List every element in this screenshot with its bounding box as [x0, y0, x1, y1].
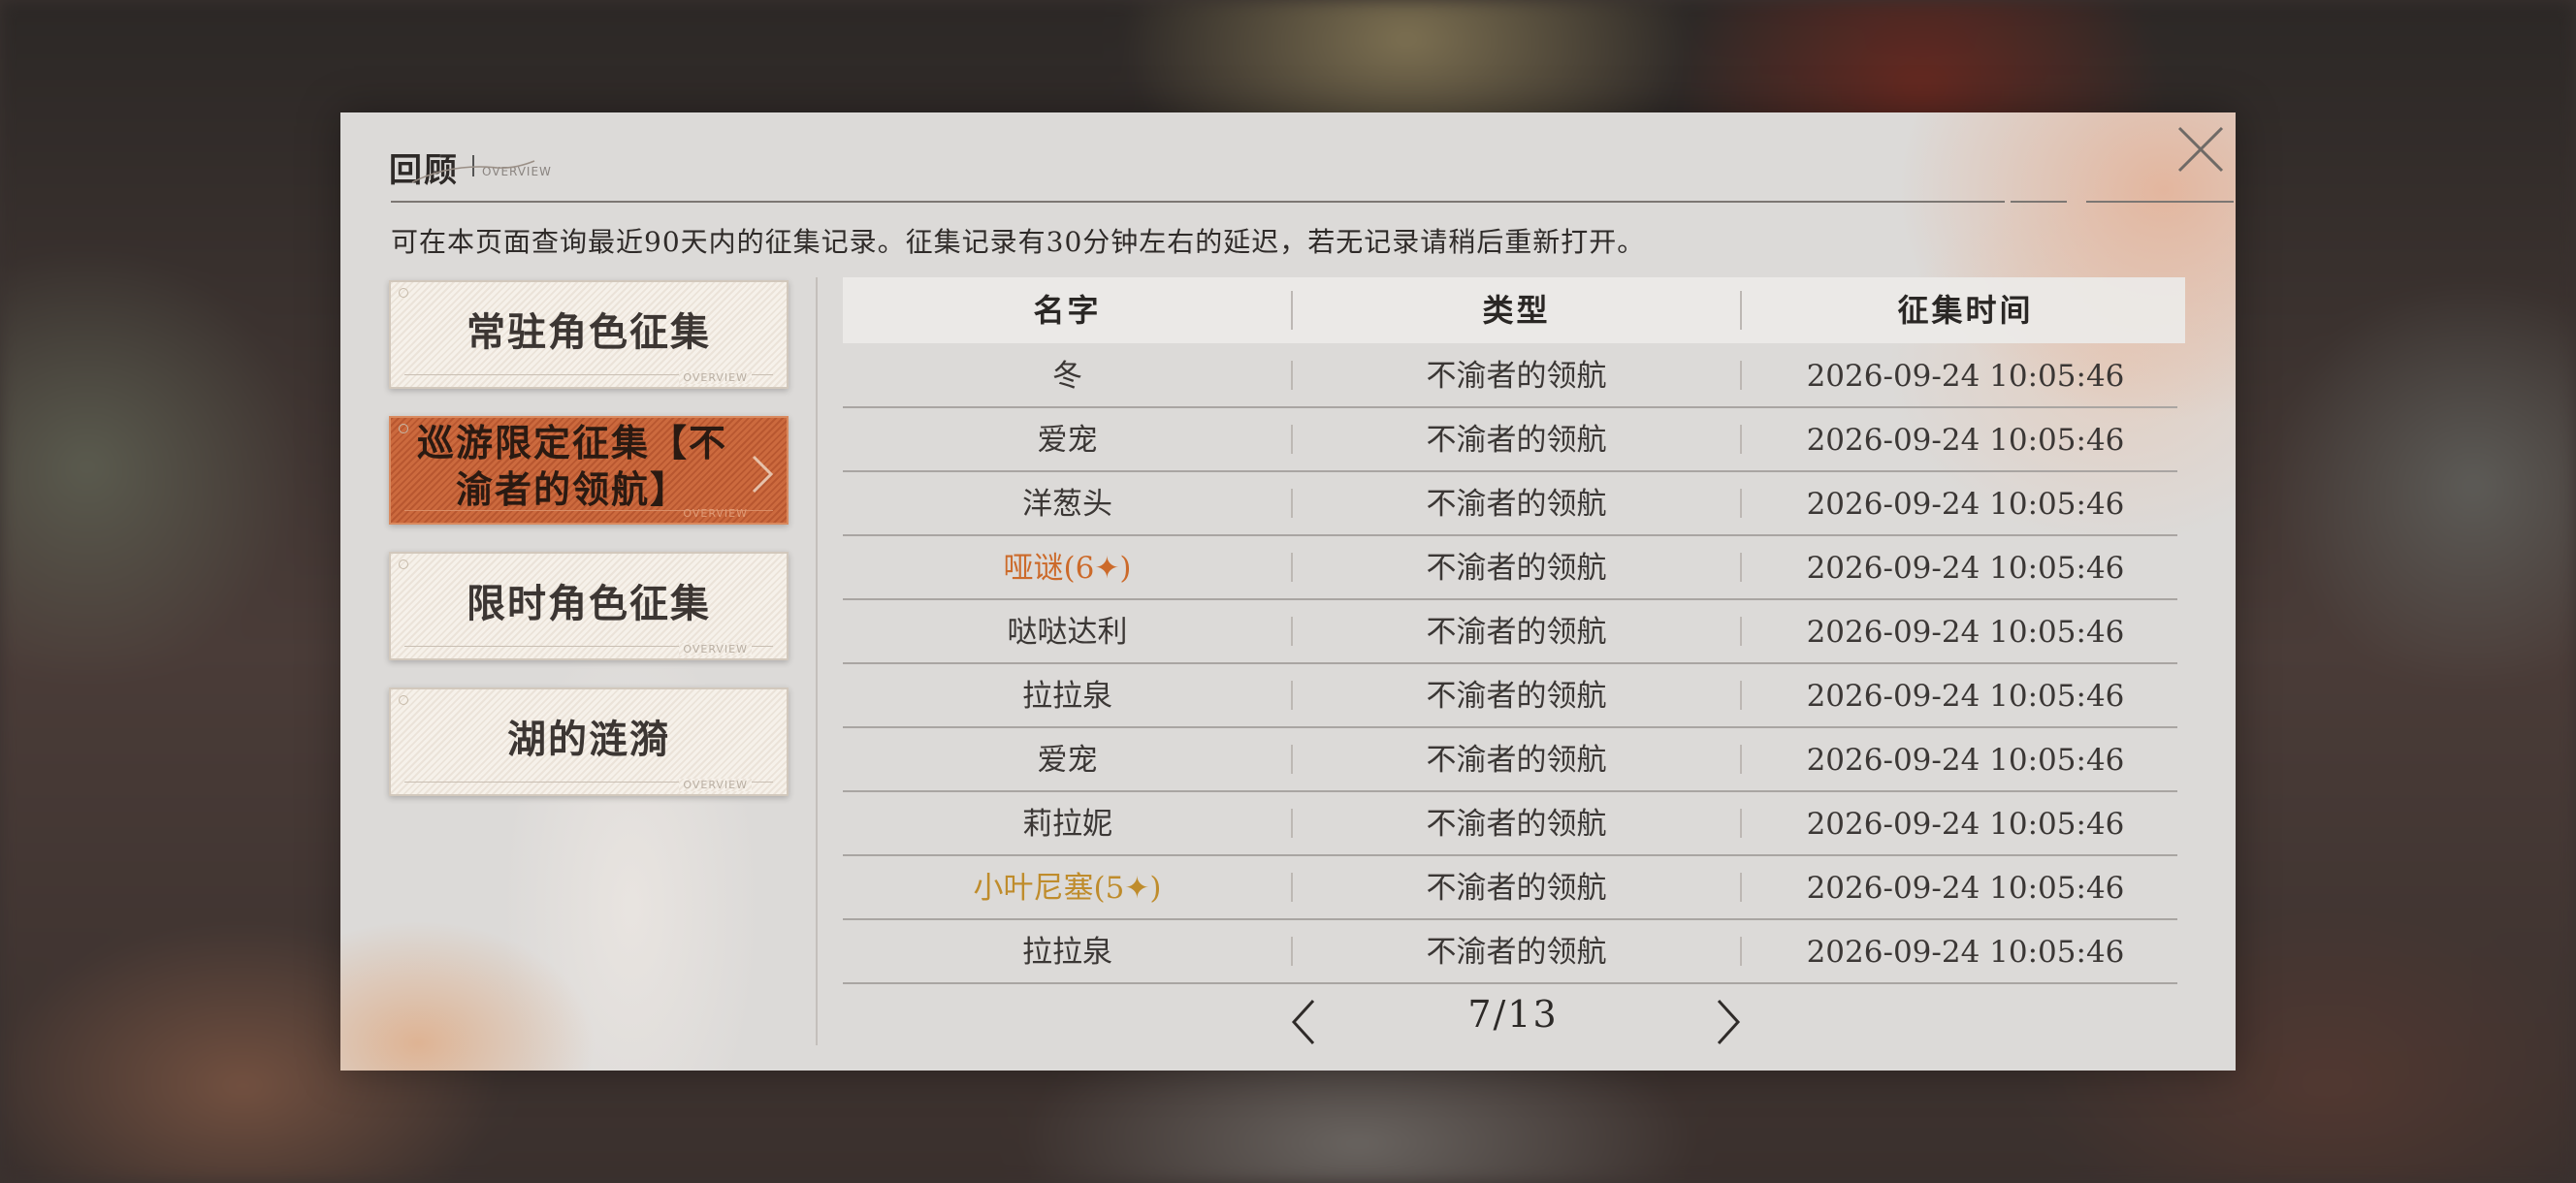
cell-name: 哒哒达利	[1007, 615, 1128, 650]
cell-name: 莉拉妮	[1022, 807, 1112, 842]
cell-name: 拉拉泉	[1022, 679, 1112, 714]
table-row: 哑谜(6✦) 不渝者的领航 2026-09-24 10:05:46	[843, 535, 2177, 600]
chevron-right-icon	[1717, 999, 1741, 1045]
cell-time: 2026-09-24 10:05:46	[1806, 359, 2125, 394]
cell-type: 不渝者的领航	[1426, 487, 1607, 522]
cell-time: 2026-09-24 10:05:46	[1806, 487, 2125, 522]
cell-type: 不渝者的领航	[1426, 743, 1607, 778]
sidebar-divider	[816, 277, 818, 1045]
cell-time: 2026-09-24 10:05:46	[1806, 615, 2125, 650]
banner-decoration	[399, 695, 408, 705]
chevron-left-icon	[1291, 999, 1315, 1045]
column-separator	[1740, 425, 1742, 454]
table-header: 名字 类型 征集时间	[843, 277, 2185, 343]
column-separator	[1740, 873, 1742, 902]
title-swoosh-decoration	[411, 160, 535, 183]
cell-type: 不渝者的领航	[1426, 551, 1607, 586]
table-row: 哒哒达利 不渝者的领航 2026-09-24 10:05:46	[843, 599, 2177, 664]
cell-name: 爱宠	[1037, 743, 1098, 778]
close-x-icon	[2177, 126, 2224, 173]
column-separator	[1740, 291, 1742, 330]
banner-decoration	[399, 560, 408, 569]
cell-time: 2026-09-24 10:05:46	[1806, 551, 2125, 586]
table-row: 爱宠 不渝者的领航 2026-09-24 10:05:46	[843, 407, 2177, 472]
header-rule	[391, 201, 2005, 203]
banner-limited-time[interactable]: 限时角色征集 OVERVIEW	[389, 552, 789, 660]
banner-tag: OVERVIEW	[679, 643, 752, 655]
banner-limited-tour[interactable]: 巡游限定征集【不渝者的领航】 OVERVIEW	[389, 416, 789, 525]
column-header-type: 类型	[1482, 292, 1551, 329]
chevron-right-icon	[752, 455, 774, 494]
page-indicator: 7/13	[1467, 993, 1559, 1036]
table-row: 冬 不渝者的领航 2026-09-24 10:05:46	[843, 343, 2177, 408]
history-dialog: 回顾 OVERVIEW 可在本页面查询最近90天内的征集记录。征集记录有30分钟…	[340, 112, 2236, 1071]
cell-time: 2026-09-24 10:05:46	[1806, 743, 2125, 778]
close-button[interactable]	[2174, 122, 2228, 176]
cell-time: 2026-09-24 10:05:46	[1806, 423, 2125, 458]
cell-name-five-star: 小叶尼塞(5✦)	[973, 871, 1162, 906]
cell-type: 不渝者的领航	[1426, 423, 1607, 458]
banner-lake-ripples[interactable]: 湖的涟漪 OVERVIEW	[389, 687, 789, 796]
cell-name: 冬	[1052, 359, 1082, 394]
cell-name: 洋葱头	[1022, 487, 1112, 522]
cell-type: 不渝者的领航	[1426, 871, 1607, 906]
cell-time: 2026-09-24 10:05:46	[1806, 679, 2125, 714]
column-separator	[1291, 681, 1293, 710]
column-separator	[1291, 873, 1293, 902]
header-rule-end	[2086, 201, 2234, 203]
table-row: 洋葱头 不渝者的领航 2026-09-24 10:05:46	[843, 471, 2177, 536]
cell-time: 2026-09-24 10:05:46	[1806, 935, 2125, 970]
column-separator	[1740, 745, 1742, 774]
cell-time: 2026-09-24 10:05:46	[1806, 871, 2125, 906]
next-page-button[interactable]	[1707, 997, 1746, 1055]
column-separator	[1740, 553, 1742, 582]
cell-type: 不渝者的领航	[1426, 359, 1607, 394]
column-separator	[1291, 291, 1293, 330]
description-text: 可在本页面查询最近90天内的征集记录。征集记录有30分钟左右的延迟，若无记录请稍…	[391, 226, 1646, 258]
column-separator	[1740, 681, 1742, 710]
column-header-time: 征集时间	[1897, 292, 2034, 329]
cell-name-six-star: 哑谜(6✦)	[1003, 551, 1132, 586]
table-row: 莉拉妮 不渝者的领航 2026-09-24 10:05:46	[843, 791, 2177, 856]
banner-label: 限时角色征集	[467, 581, 711, 626]
cell-type: 不渝者的领航	[1426, 935, 1607, 970]
header-rule-short	[2011, 201, 2067, 203]
column-separator	[1740, 617, 1742, 646]
banner-tag: OVERVIEW	[683, 507, 748, 520]
column-separator	[1291, 745, 1293, 774]
column-separator	[1291, 425, 1293, 454]
column-separator	[1740, 809, 1742, 838]
banner-standard[interactable]: 常驻角色征集 OVERVIEW	[389, 280, 789, 389]
table-row: 拉拉泉 不渝者的领航 2026-09-24 10:05:46	[843, 663, 2177, 728]
column-separator	[1740, 937, 1742, 966]
column-header-name: 名字	[1033, 292, 1102, 329]
column-separator	[1291, 809, 1293, 838]
column-separator	[1291, 617, 1293, 646]
column-separator	[1291, 361, 1293, 390]
banner-tag: OVERVIEW	[679, 371, 752, 384]
column-separator	[1291, 937, 1293, 966]
banner-label: 常驻角色征集	[467, 309, 711, 355]
table-row: 拉拉泉 不渝者的领航 2026-09-24 10:05:46	[843, 919, 2177, 984]
table-row: 爱宠 不渝者的领航 2026-09-24 10:05:46	[843, 727, 2177, 792]
column-separator	[1291, 489, 1293, 518]
cell-type: 不渝者的领航	[1426, 807, 1607, 842]
banner-label: 湖的涟漪	[507, 717, 670, 762]
table-row: 小叶尼塞(5✦) 不渝者的领航 2026-09-24 10:05:46	[843, 855, 2177, 920]
cell-type: 不渝者的领航	[1426, 615, 1607, 650]
cell-name: 拉拉泉	[1022, 935, 1112, 970]
column-separator	[1740, 489, 1742, 518]
banner-label: 巡游限定征集【不渝者的领航】	[416, 421, 727, 512]
banner-decoration	[399, 288, 408, 298]
banner-tag: OVERVIEW	[679, 779, 752, 791]
column-separator	[1291, 553, 1293, 582]
column-separator	[1740, 361, 1742, 390]
previous-page-button[interactable]	[1286, 997, 1325, 1055]
cell-name: 爱宠	[1037, 423, 1098, 458]
cell-time: 2026-09-24 10:05:46	[1806, 807, 2125, 842]
cell-type: 不渝者的领航	[1426, 679, 1607, 714]
